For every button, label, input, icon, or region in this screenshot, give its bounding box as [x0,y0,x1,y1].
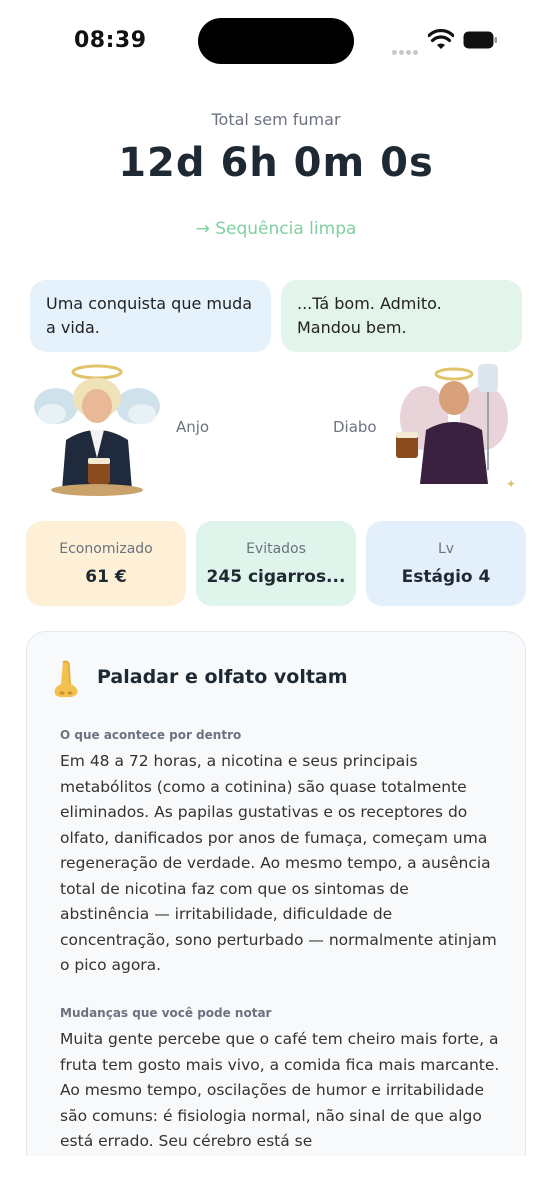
bottom-safe-area [0,1156,552,1200]
smoke-free-timer: 12d 6h 0m 0s [118,140,434,186]
section-heading: O que acontece por dentro [60,728,242,742]
card-title: Paladar e olfato voltam [97,666,348,688]
streak-link[interactable]: → Sequência limpa [0,219,552,239]
angel-label: Anjo [176,418,210,436]
total-label: Total sem fumar [211,110,341,129]
devil-label: Diabo [333,418,377,436]
angel-avatar[interactable] [34,362,160,496]
stat-card-saved[interactable]: Economizado 61 € [26,521,186,606]
nose-icon [54,660,78,698]
stat-label: Evitados [246,541,306,557]
section-body: Muita gente percebe que o café tem cheir… [60,1030,500,1150]
status-bar: 08:39 [0,0,552,82]
stat-label: Lv [437,541,455,557]
stat-value: 245 cigarros... [206,567,346,587]
wifi-icon [428,29,454,49]
devil-speech-bubble: ...Tá bom. Admito. Mandou bem. [281,280,522,352]
stat-card-avoided[interactable]: Evitados 245 cigarros... [196,521,356,606]
stat-value: Estágio 4 [401,567,491,587]
milestone-card: Paladar e olfato voltam O que acontece p… [26,631,526,1191]
status-time: 08:39 [74,28,147,53]
angel-speech-bubble: Uma conquista que muda a vida. [30,280,271,352]
stat-label: Economizado [59,541,153,557]
stat-card-level[interactable]: Lv Estágio 4 [366,521,526,606]
stat-value: 61 € [85,567,127,587]
devil-avatar[interactable]: ✦ [388,360,518,496]
section-heading: Mudanças que você pode notar [60,1006,272,1020]
cellular-signal-icon [392,40,420,55]
section-body: Em 48 a 72 horas, a nicotina e seus prin… [60,752,497,974]
svg-text:✦: ✦ [506,477,516,491]
battery-icon [463,31,497,49]
dynamic-island [198,18,354,64]
